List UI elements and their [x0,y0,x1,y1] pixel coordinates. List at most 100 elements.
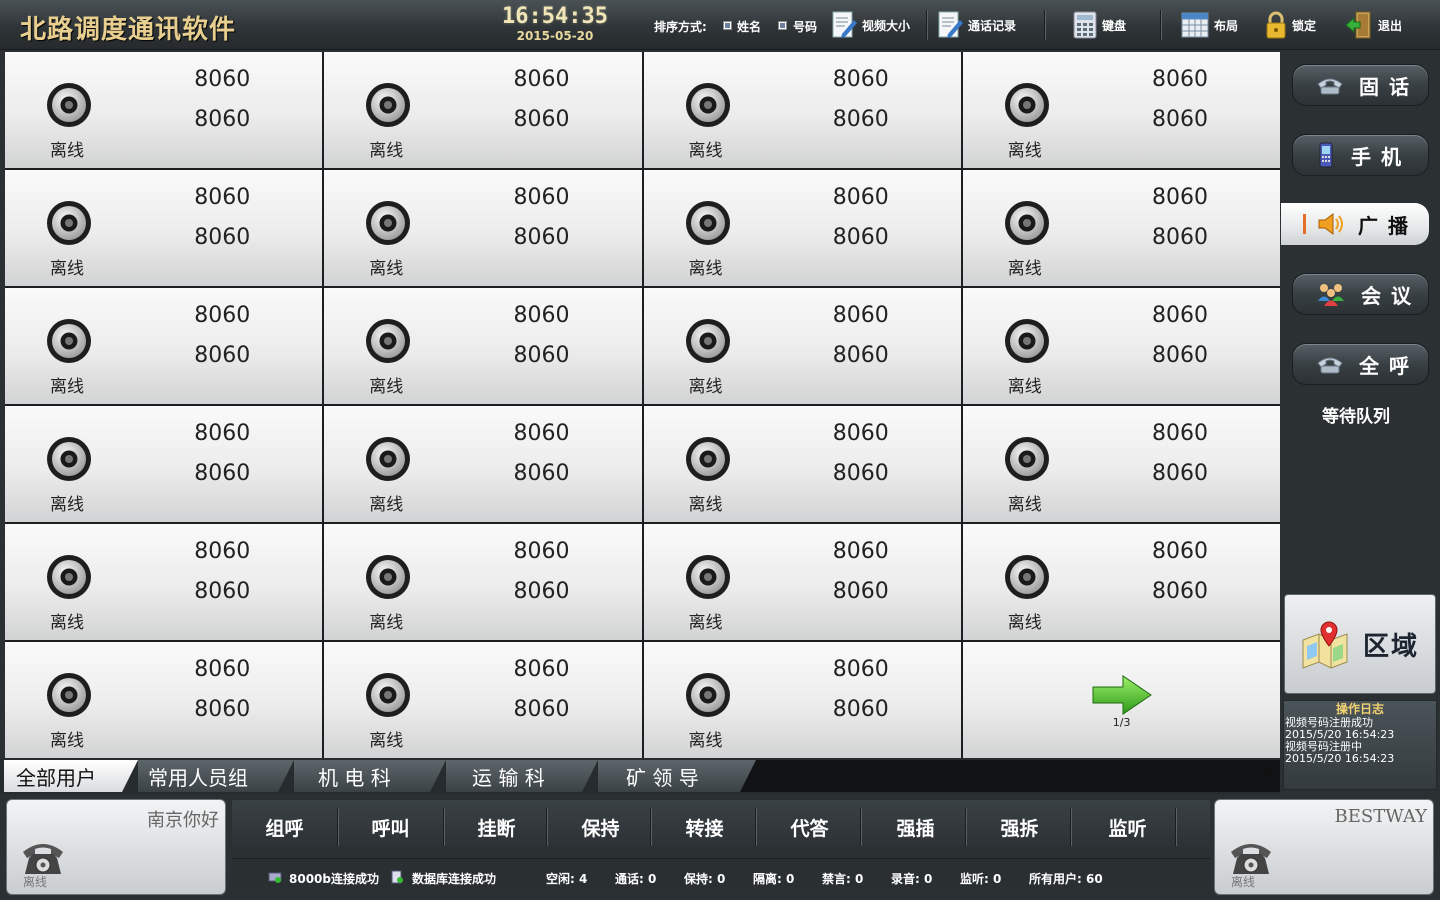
call-all-button[interactable]: 全呼 [1292,343,1429,385]
tab-common-group[interactable]: 常用人员组 [138,760,294,792]
user-cell[interactable]: 离线 8060 8060 [5,52,323,168]
user-cell[interactable]: 离线 8060 8060 [643,642,961,758]
active-indicator [1303,214,1306,234]
status-idle: 空闲: 4 [546,872,588,886]
user-number: 8060 [1152,421,1208,446]
user-cell[interactable]: 离线 8060 8060 [962,406,1280,522]
user-number: 8060 [513,185,570,210]
chevron-down-icon[interactable] [1266,768,1276,774]
operation-log: 操作日志 视频号码注册成功 2015/5/20 16:54:23 视频号码注册中… [1283,700,1437,790]
tab-mechanical-dept[interactable]: 机 电 科 [294,760,446,792]
user-cell[interactable]: 离线 8060 8060 [5,524,323,640]
user-status: 离线 [1007,495,1042,515]
user-number: 8060 [194,657,251,682]
status-muted: 禁言: 0 [822,872,864,886]
barge-in-button[interactable]: 强插 [863,800,968,854]
user-extension: 8060 [513,461,570,486]
lock-label: 锁定 [1292,18,1317,33]
region-button[interactable]: 区域 [1284,594,1436,694]
user-extension: 8060 [832,343,889,368]
pickup-button[interactable]: 代答 [757,800,862,854]
mobile-label: 手机 [1351,144,1411,169]
broadcast-button[interactable]: 广播 [1281,203,1429,245]
user-cell[interactable]: 离线 8060 8060 [643,170,961,286]
user-extension: 8060 [832,225,889,250]
user-cell[interactable]: 离线 8060 8060 [962,52,1280,168]
lock-button[interactable]: 锁定 [1264,8,1316,42]
left-phone-name: 南京你好 [147,810,219,831]
speaker-icon [685,554,731,600]
video-size-button[interactable]: 视频大小 [830,8,910,42]
user-status: 离线 [50,377,84,397]
speaker-icon [1004,318,1050,364]
call-records-button[interactable]: 通话记录 [936,8,1016,42]
user-cell[interactable]: 离线 8060 8060 [5,642,323,758]
tab-transport-dept[interactable]: 运 输 科 [446,760,598,792]
speaker-icon [685,82,731,128]
user-status: 离线 [688,731,723,751]
layout-button[interactable]: 布局 [1180,8,1238,42]
document-edit-icon [832,11,857,38]
user-cell[interactable]: 离线 8060 8060 [324,170,642,286]
group-call-button[interactable]: 组呼 [232,800,337,854]
arrow-right-icon[interactable] [1091,674,1153,716]
sort-name-checkbox[interactable] [723,21,732,30]
exit-button[interactable]: 退出 [1344,8,1402,42]
call-button[interactable]: 呼叫 [338,800,443,854]
user-cell[interactable]: 离线 8060 8060 [324,642,642,758]
meeting-button[interactable]: 会议 [1292,273,1429,315]
user-cell[interactable]: 离线 8060 8060 [324,524,642,640]
tab-all-users[interactable]: 全部用户 [4,760,138,792]
user-status: 离线 [369,259,404,279]
user-extension: 8060 [194,107,251,132]
user-cell[interactable]: 离线 8060 8060 [324,406,642,522]
user-cell[interactable]: 离线 8060 8060 [643,288,961,404]
user-extension: 8060 [194,697,251,722]
exit-label: 退出 [1378,18,1403,33]
user-cell[interactable]: 离线 8060 8060 [5,170,323,286]
right-phone-name: BESTWAY [1334,806,1427,827]
user-cell[interactable]: 离线 8060 8060 [5,406,323,522]
mobile-button[interactable]: 手机 [1292,134,1429,176]
user-number: 8060 [194,421,251,446]
user-number: 8060 [513,421,570,446]
layout-label: 布局 [1214,18,1239,33]
app-title: 北路调度通讯软件 [20,15,237,45]
user-status: 离线 [369,731,404,751]
hold-button[interactable]: 保持 [548,800,653,854]
user-cell[interactable]: 离线 8060 8060 [962,170,1280,286]
sort-number-checkbox[interactable] [778,21,787,30]
meeting-label: 会议 [1361,283,1421,308]
user-cell[interactable]: 离线 8060 8060 [5,288,323,404]
group-tabs: 全部用户 常用人员组 机 电 科 运 输 科 矿 领 导 [0,758,1280,794]
call-action-bar: 组呼 呼叫 挂断 保持 转接 代答 强插 强拆 监听 [232,800,1210,854]
user-cell[interactable]: 离线 8060 8060 [962,524,1280,640]
user-cell[interactable]: 离线 8060 8060 [643,524,961,640]
transfer-button[interactable]: 转接 [652,800,757,854]
tab-mine-leaders[interactable]: 矿 领 导 [598,760,756,792]
user-extension: 8060 [832,697,889,722]
speaker-icon [365,200,411,246]
user-cell[interactable]: 离线 8060 8060 [643,52,961,168]
landline-button[interactable]: 固话 [1292,64,1429,106]
user-cell[interactable]: 离线 8060 8060 [643,406,961,522]
user-cell[interactable]: 离线 8060 8060 [324,288,642,404]
user-cell[interactable]: 离线 8060 8060 [324,52,642,168]
user-status: 离线 [369,613,404,633]
user-cell[interactable]: 离线 8060 8060 [962,288,1280,404]
action-divider [1175,808,1176,846]
user-number: 8060 [1152,67,1208,92]
force-release-button[interactable]: 强拆 [967,800,1072,854]
right-phone-panel[interactable]: BESTWAY 离线 [1214,799,1434,895]
user-extension: 8060 [1152,343,1208,368]
status-8000b: 8000b连接成功 [289,872,379,886]
keyboard-button[interactable]: 键盘 [1072,8,1126,42]
hangup-button[interactable]: 挂断 [444,800,549,854]
user-status: 离线 [369,141,404,161]
user-extension: 8060 [1152,107,1208,132]
monitor-button[interactable]: 监听 [1075,800,1180,854]
left-phone-panel[interactable]: 南京你好 离线 [6,799,226,895]
action-divider [860,808,861,846]
user-number: 8060 [1152,303,1208,328]
next-page-cell[interactable]: 1/3 [962,642,1280,758]
